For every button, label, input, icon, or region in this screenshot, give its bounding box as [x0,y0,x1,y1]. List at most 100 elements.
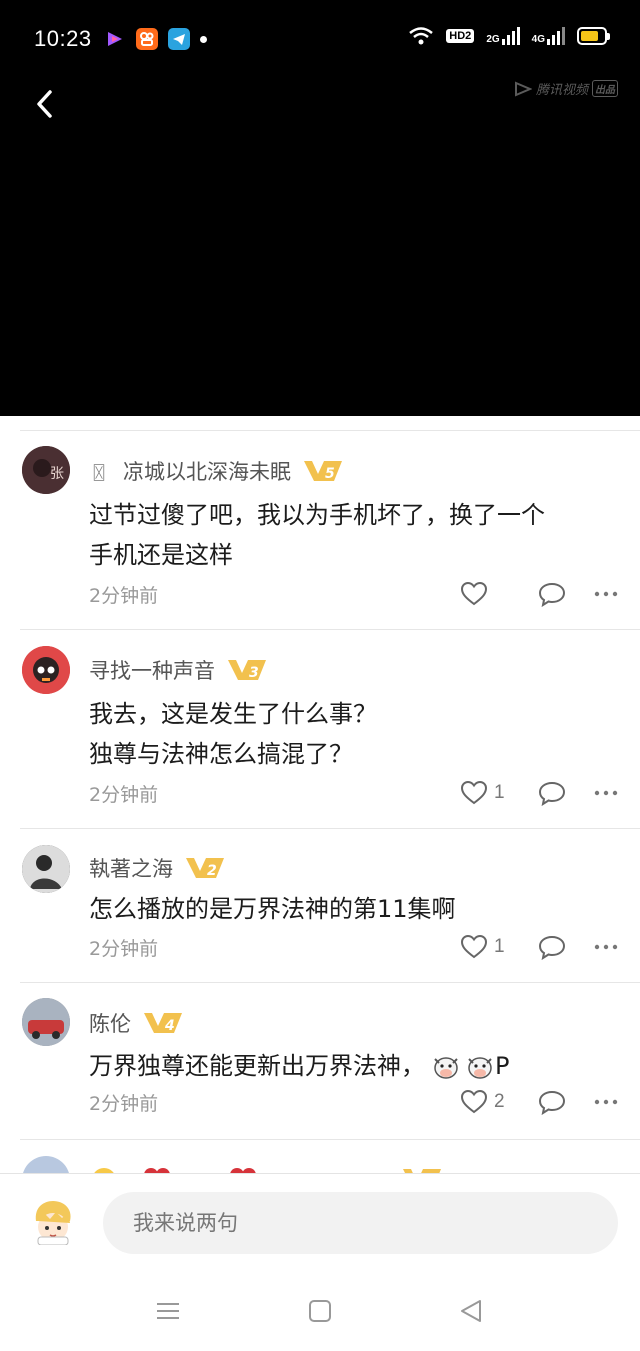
comment-text: 怎么播放的是万界法神的第11集啊 [89,889,609,929]
notification-icons [104,28,207,50]
comment-input[interactable] [103,1192,618,1254]
comment-time: 2分钟前 [89,938,159,960]
play-logo-icon [514,80,532,97]
heart-icon [460,581,488,606]
comment-text-line: 怎么播放的是万界法神的第11集啊 [89,895,456,923]
avatar[interactable] [22,998,70,1046]
triangle-back-icon [461,1300,481,1322]
avatar[interactable]: 张 [22,446,70,494]
name-prefix: 〿 [89,460,109,485]
vip-badge-icon: 4 [144,1013,182,1034]
like-count: 1 [494,936,505,957]
username[interactable]: 執著之海 [89,853,173,883]
avatar[interactable] [22,646,70,694]
comment-text-line: 我去，这是发生了什么事？ [89,700,377,728]
back-button[interactable] [30,86,60,122]
comment-list[interactable]: 张 〿 凉城以北深海未眠 5 过节过傻了吧，我以为手机坏了，换了一个 手机还是这… [0,416,640,1173]
vip-level: 3 [249,665,259,681]
heart-icon [460,1089,488,1114]
telegram-app-icon [168,28,190,50]
heart-emoji-icon [230,1168,256,1173]
username[interactable]: 凉城以北深海未眠 [123,456,291,486]
video-player[interactable]: 10:23 HD2 2G 4G 腾讯视频 出品 [0,0,640,416]
net-2g-label: 2G [486,34,500,45]
notification-dot-icon [200,35,207,43]
comment-actions [460,579,618,609]
comment-actions: 1 [460,778,618,808]
signal-4g-icon: 4G [532,27,565,45]
comment-text-line: 过节过傻了吧，我以为手机坏了，换了一个 [89,501,545,529]
home-button[interactable] [307,1298,333,1324]
comment-item: 寻找一种声音 3 我去，这是发生了什么事？ 独尊与法神怎么搞混了？ 2分钟前 1 [0,630,640,829]
comment-text: 我去，这是发生了什么事？ 独尊与法神怎么搞混了？ [89,694,609,774]
square-home-icon [309,1300,331,1322]
comment-text-suffix: P [495,1052,510,1080]
watermark-badge: 出品 [592,80,618,97]
like-button[interactable]: 2 [460,1089,518,1115]
comment-bubble-icon[interactable] [538,1089,566,1115]
comment-text: 万界独尊还能更新出万界法神， P [89,1046,609,1086]
comment-actions: 1 [460,932,618,962]
vip-badge-icon [403,1169,441,1173]
heart-icon [460,934,488,959]
signal-2g-icon: 2G [486,27,520,45]
more-dots-icon[interactable] [594,590,618,598]
video-app-icon [104,28,126,50]
comment-text-line: 手机还是这样 [89,541,233,569]
vip-badge-icon: 2 [186,858,224,879]
comment-header: 陈伦 4 [89,1008,183,1038]
comment-item: 张 〿 凉城以北深海未眠 5 过节过傻了吧，我以为手机坏了，换了一个 手机还是这… [0,416,640,630]
wifi-icon [409,27,434,45]
system-nav-bar [0,1265,640,1351]
tencent-video-watermark: 腾讯视频 出品 [514,79,618,98]
status-bar: 10:23 HD2 2G 4G [0,0,640,80]
comment-bubble-icon[interactable] [538,934,566,960]
net-4g-label: 4G [531,34,545,45]
avatar[interactable] [22,845,70,893]
svg-text:张: 张 [50,466,64,482]
comment-text: 过节过傻了吧，我以为手机坏了，换了一个 手机还是这样 [89,495,609,575]
more-dots-icon[interactable] [594,789,618,797]
more-dots-icon[interactable] [594,943,618,951]
vip-level: 5 [325,466,335,482]
my-avatar[interactable] [30,1199,76,1246]
comment-bubble-icon[interactable] [538,780,566,806]
vip-badge-icon: 5 [304,461,342,482]
cow-emoji-icon [468,1057,492,1079]
kuaishou-app-icon [136,28,158,50]
more-dots-icon[interactable] [594,1098,618,1106]
like-button[interactable]: 1 [460,780,518,806]
heart-icon [460,780,488,805]
comment-bubble-icon[interactable] [538,581,566,607]
status-time: 10:23 [34,26,92,51]
nav-back-button[interactable] [458,1298,484,1324]
comment-input-bar [0,1173,640,1265]
battery-icon [577,27,610,45]
comment-text-line: 独尊与法神怎么搞混了？ [89,740,353,768]
emoji-icon [94,1168,114,1173]
like-count: 1 [494,782,505,803]
comment-time: 2分钟前 [89,1093,159,1115]
system-status: HD2 2G 4G [408,26,610,46]
comment-time: 2分钟前 [89,585,159,607]
menu-button[interactable] [155,1298,181,1324]
vip-level: 4 [164,1018,175,1034]
comment-actions: 2 [460,1087,618,1117]
comment-item: 陈伦 4 万界独尊还能更新出万界法神， P 2分钟前 2 [0,983,640,1140]
like-count: 2 [494,1091,505,1112]
username[interactable]: 陈伦 [89,1008,131,1038]
vip-level: 2 [207,863,217,879]
comment-item-partial [0,1140,640,1173]
hd-badge: HD2 [446,29,475,43]
like-button[interactable] [460,581,518,607]
heart-emoji-icon [144,1168,170,1173]
cow-emoji-icon [434,1057,458,1079]
comment-header: 寻找一种声音 3 [89,655,267,685]
watermark-text: 腾讯视频 [535,83,588,98]
comment-header: 〿 凉城以北深海未眠 5 [89,456,343,486]
username[interactable]: 寻找一种声音 [89,655,215,685]
avatar[interactable] [22,1156,70,1173]
like-button[interactable]: 1 [460,934,518,960]
menu-icon [157,1303,179,1319]
comment-text-line: 万界独尊还能更新出万界法神， [89,1052,425,1080]
